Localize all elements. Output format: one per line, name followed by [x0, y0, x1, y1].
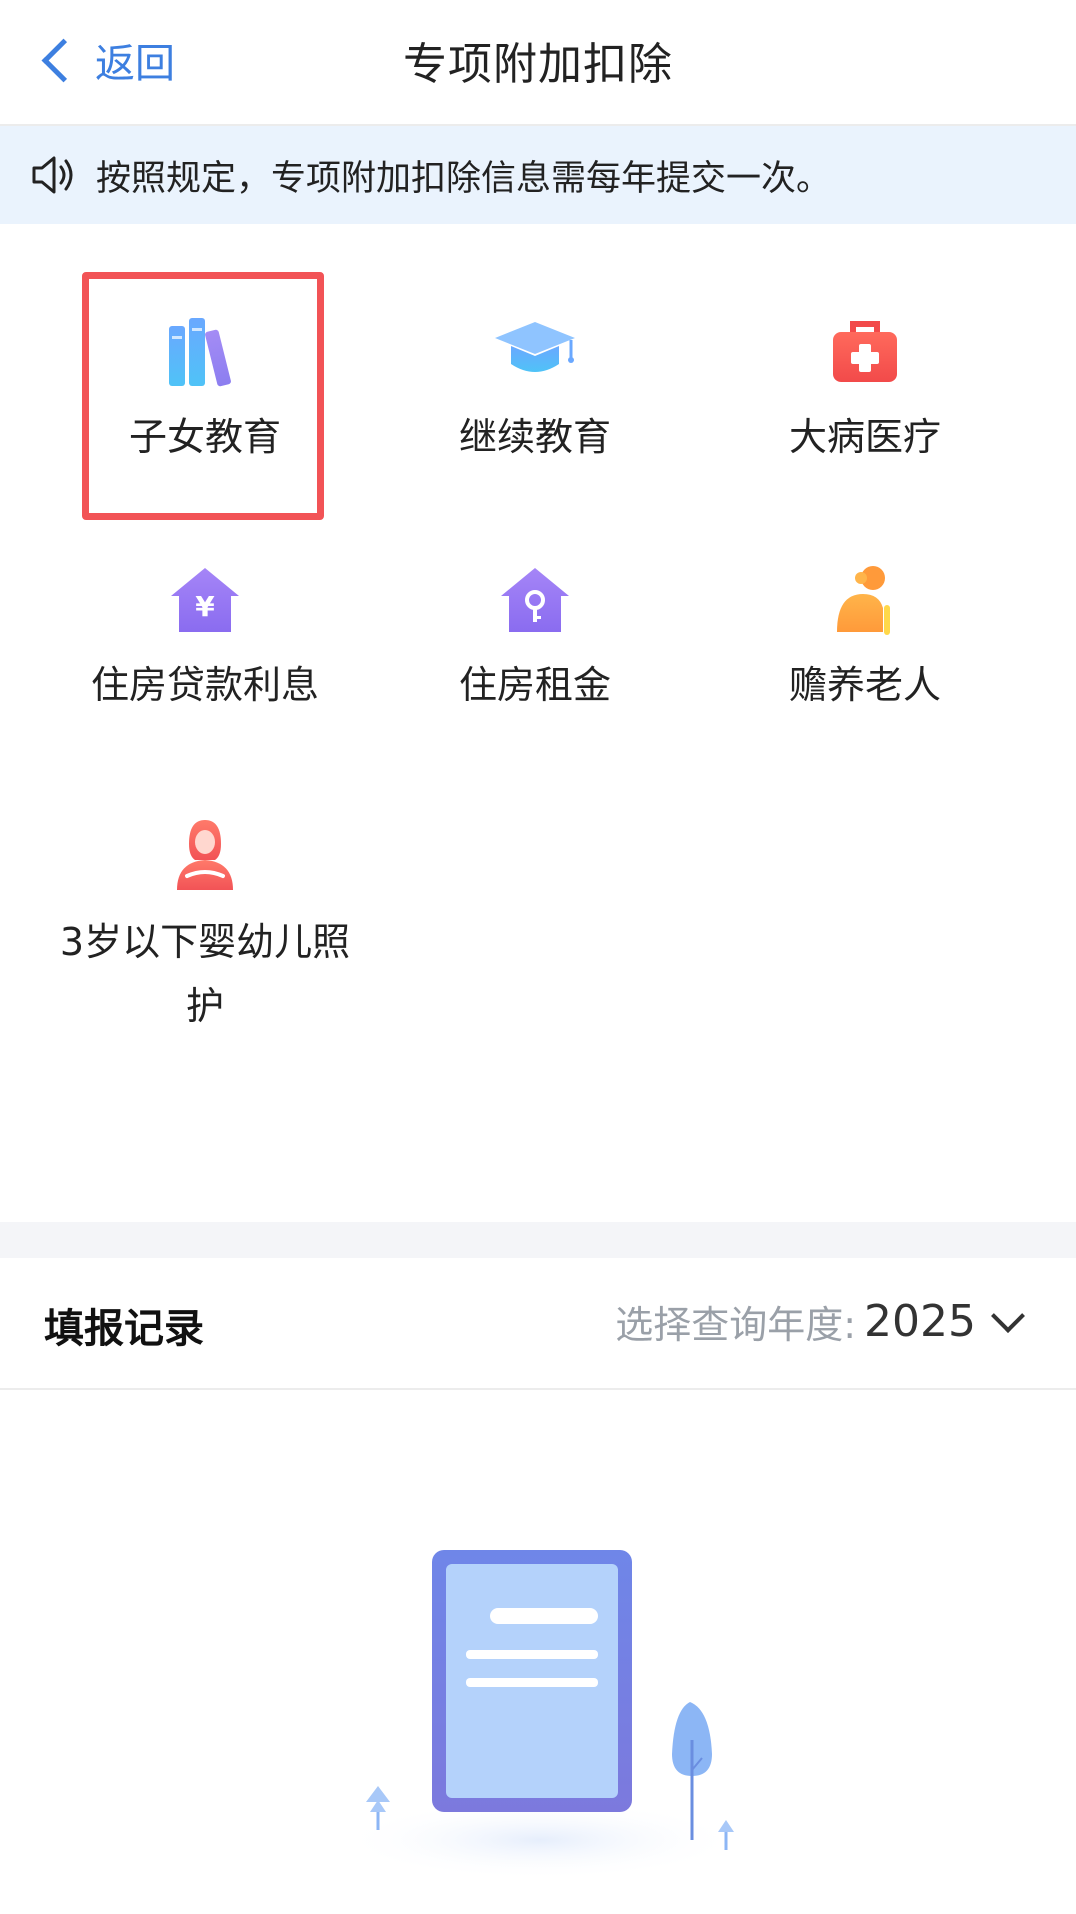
- category-continuing-education[interactable]: 继续教育: [410, 316, 660, 468]
- category-label: 继续教育: [458, 415, 611, 459]
- year-value: 2025: [864, 1296, 976, 1347]
- category-label: 3岁以下婴幼儿照 护: [45, 910, 365, 1038]
- category-infant-care[interactable]: 3岁以下婴幼儿照 护: [45, 816, 365, 1038]
- house-yuan-icon: ¥: [171, 568, 239, 632]
- notice-banner: 按照规定，专项附加扣除信息需每年提交一次。: [0, 126, 1076, 224]
- category-label-line1: 3岁以下婴幼儿照: [59, 920, 351, 964]
- section-divider: [0, 1222, 1076, 1258]
- category-label: 赡养老人: [788, 663, 941, 707]
- elderly-icon: [837, 566, 890, 635]
- category-label: 大病医疗: [788, 415, 941, 459]
- category-elderly-support[interactable]: 赡养老人: [740, 564, 990, 716]
- empty-state-illustration: [340, 1550, 740, 1880]
- records-title: 填报记录: [44, 1306, 204, 1352]
- house-key-icon: [501, 568, 569, 632]
- category-label: 子女教育: [128, 415, 281, 459]
- category-housing-loan-interest[interactable]: ¥ 住房贷款利息: [80, 564, 330, 716]
- books-icon: [169, 318, 231, 387]
- category-label: 住房贷款利息: [90, 663, 319, 707]
- nav-bar: 返回 专项附加扣除: [0, 0, 1076, 126]
- category-label: 住房租金: [458, 663, 611, 707]
- category-label-line2: 护: [185, 984, 224, 1028]
- graduation-cap-icon: [495, 322, 575, 372]
- mother-icon: [177, 820, 233, 890]
- speaker-icon: [32, 156, 73, 194]
- year-selector[interactable]: 选择查询年度: 2025: [615, 1294, 1025, 1349]
- chevron-down-icon: [991, 1298, 1025, 1333]
- medical-kit-icon: [833, 321, 897, 382]
- records-header: 填报记录 选择查询年度: 2025: [0, 1258, 1076, 1390]
- svg-text:¥: ¥: [195, 590, 215, 623]
- notice-text: 按照规定，专项附加扣除信息需每年提交一次。: [96, 158, 832, 199]
- year-selector-label: 选择查询年度:: [615, 1303, 857, 1347]
- page-title: 专项附加扣除: [403, 39, 673, 90]
- category-housing-rent[interactable]: 住房租金: [410, 564, 660, 716]
- category-children-education[interactable]: 子女教育: [80, 316, 330, 468]
- category-serious-illness[interactable]: 大病医疗: [740, 316, 990, 468]
